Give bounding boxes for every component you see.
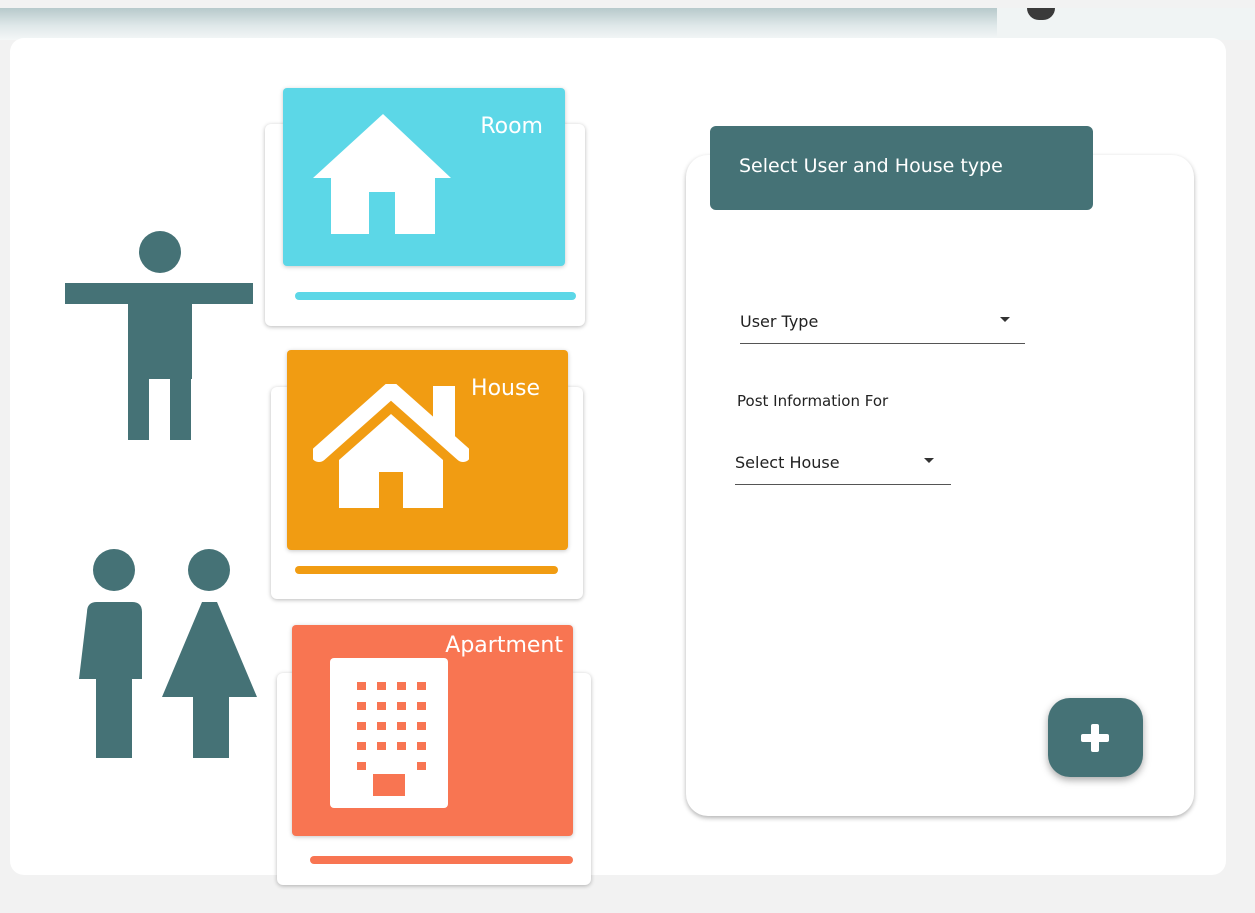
room-card-image[interactable]: Room bbox=[283, 88, 565, 266]
house-chimney-icon bbox=[313, 384, 469, 508]
chevron-down-icon bbox=[924, 458, 934, 463]
post-information-label: Post Information For bbox=[737, 392, 889, 410]
plus-icon bbox=[1081, 724, 1109, 752]
house-card-image[interactable]: House bbox=[287, 350, 568, 550]
form-header: Select User and House type bbox=[710, 126, 1093, 210]
select-house-select-label: Select House bbox=[735, 453, 840, 472]
avatar-icon[interactable] bbox=[1027, 8, 1055, 20]
apartment-card-bar bbox=[310, 856, 573, 864]
user-type-select[interactable]: User Type bbox=[740, 312, 1025, 344]
house-card-title: House bbox=[471, 376, 540, 401]
apartment-card-title: Apartment bbox=[445, 633, 563, 658]
room-card-title: Room bbox=[480, 114, 543, 139]
chevron-down-icon bbox=[1000, 317, 1010, 322]
house-card-bar bbox=[295, 566, 558, 574]
apartment-card-image[interactable]: Apartment bbox=[292, 625, 573, 836]
building-icon bbox=[330, 658, 448, 808]
person-arms-out-icon bbox=[65, 231, 253, 440]
select-house-select[interactable]: Select House bbox=[735, 453, 951, 485]
user-type-select-label: User Type bbox=[740, 312, 819, 331]
top-app-bar-right bbox=[997, 8, 1255, 40]
house-icon bbox=[313, 114, 451, 234]
man-woman-icon bbox=[79, 549, 257, 758]
add-button[interactable] bbox=[1048, 698, 1143, 777]
room-card-bar bbox=[295, 292, 576, 300]
